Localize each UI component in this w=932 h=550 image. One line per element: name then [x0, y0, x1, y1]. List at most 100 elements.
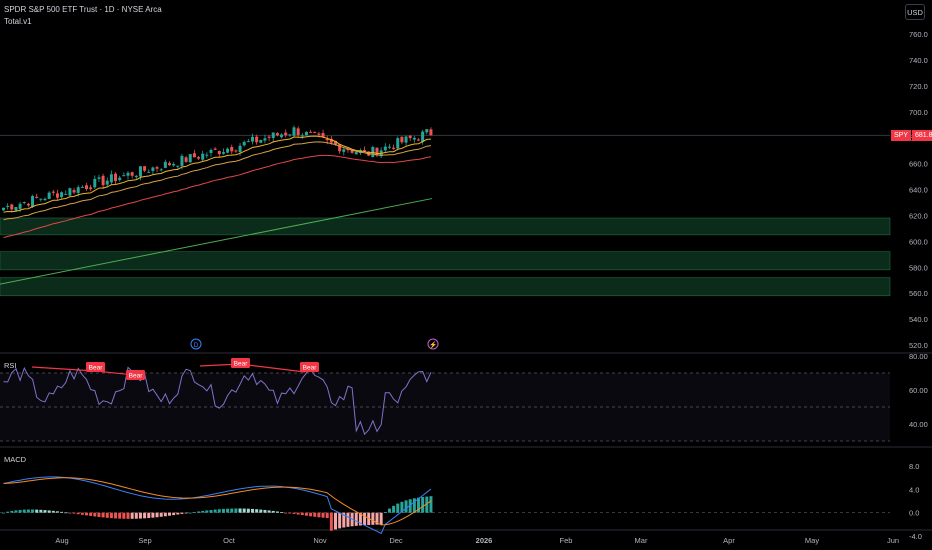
- symbol-title[interactable]: SPDR S&P 500 ETF Trust · 1D · NYSE Arca: [4, 5, 162, 14]
- candle: [201, 153, 205, 160]
- candle: [151, 167, 155, 171]
- candle: [85, 185, 88, 189]
- candle: [271, 132, 275, 139]
- macd-histogram-bar: [205, 510, 209, 513]
- candle: [317, 133, 321, 135]
- candle: [184, 157, 188, 162]
- rsi-axis-tick: 60.00: [909, 386, 928, 395]
- candle: [55, 193, 59, 198]
- candle: [10, 204, 14, 210]
- macd-histogram-bar: [213, 509, 217, 513]
- candle: [147, 171, 151, 173]
- price-axis-tick: 720.0: [909, 82, 928, 91]
- macd-line: [3, 476, 432, 535]
- indicator-label[interactable]: Total.v1: [4, 17, 32, 26]
- candle: [122, 175, 126, 177]
- macd-histogram-bar: [10, 510, 14, 513]
- candle: [221, 152, 225, 154]
- candle: [188, 154, 192, 163]
- bear-divergence-line: [31, 366, 96, 372]
- candle: [304, 131, 308, 136]
- rsi-axis-tick: 80.00: [909, 352, 928, 361]
- macd-histogram-bar: [296, 512, 300, 515]
- candle: [217, 151, 221, 155]
- candle: [421, 131, 425, 142]
- candle: [275, 133, 279, 136]
- candle: [259, 139, 263, 143]
- macd-histogram-bar: [267, 510, 271, 513]
- macd-histogram-bar: [421, 497, 425, 513]
- signal-line: [3, 477, 432, 526]
- currency-button[interactable]: USD: [905, 4, 925, 20]
- candle: [280, 134, 284, 138]
- last-price-tag: SPY 681.8: [891, 130, 932, 141]
- macd-histogram-bar: [105, 512, 109, 518]
- macd-histogram-bar: [130, 512, 134, 519]
- rsi-axis-tick: 40.00: [909, 420, 928, 429]
- macd-histogram-bar: [138, 512, 142, 519]
- macd-histogram-bar: [354, 512, 358, 526]
- candle: [126, 172, 130, 176]
- macd-histogram-bar: [387, 508, 391, 513]
- candle: [118, 177, 122, 181]
- macd-histogram-bar: [151, 512, 155, 518]
- macd-histogram-bar: [217, 509, 221, 513]
- rsi-pane-label[interactable]: RSI: [4, 361, 17, 370]
- candle: [197, 157, 201, 159]
- macd-histogram-bar: [263, 509, 267, 513]
- chart-canvas[interactable]: 760.0740.0720.0700.0680.0660.0640.0620.0…: [0, 0, 932, 550]
- macd-histogram-bar: [118, 512, 122, 519]
- time-axis-tick: Sep: [138, 536, 151, 545]
- macd-histogram-bar: [300, 512, 304, 516]
- candle: [76, 187, 80, 193]
- price-axis-tick: 560.0: [909, 289, 928, 298]
- macd-histogram-bar: [201, 510, 205, 513]
- macd-histogram-bar: [168, 512, 171, 516]
- macd-histogram-bar: [197, 511, 201, 513]
- candle: [80, 186, 84, 188]
- macd-histogram-bar: [47, 510, 51, 513]
- price-axis-tick: 620.0: [909, 211, 928, 220]
- candle: [134, 175, 138, 178]
- candle: [400, 136, 404, 143]
- price-axis-tick: 540.0: [909, 315, 928, 324]
- candle: [392, 147, 396, 149]
- macd-histogram-bar: [226, 508, 230, 513]
- macd-histogram-bar: [93, 512, 97, 517]
- time-axis-tick: Dec: [389, 536, 403, 545]
- macd-pane-label[interactable]: MACD: [4, 455, 26, 464]
- dividend-marker-label: D: [194, 342, 199, 349]
- macd-histogram-bar: [284, 512, 288, 514]
- bear-label: Bear: [303, 365, 318, 372]
- macd-histogram-bar: [64, 512, 68, 514]
- sma-long-line: [0, 198, 433, 285]
- macd-histogram-bar: [31, 509, 35, 513]
- macd-histogram-bar: [280, 512, 284, 513]
- candle: [43, 198, 47, 201]
- candle: [176, 165, 180, 167]
- price-axis-tick: 660.0: [909, 160, 928, 169]
- price-axis-tick: 520.0: [909, 341, 928, 350]
- candle: [263, 138, 267, 141]
- macd-histogram-bar: [43, 510, 47, 513]
- macd-histogram-bar: [18, 509, 22, 513]
- macd-histogram-bar: [192, 512, 196, 513]
- macd-histogram-bar: [334, 512, 337, 530]
- candle: [412, 137, 416, 140]
- price-axis-tick: 640.0: [909, 186, 928, 195]
- macd-histogram-bar: [313, 512, 317, 517]
- candle: [31, 196, 35, 208]
- macd-histogram-bar: [188, 512, 192, 514]
- candle: [18, 203, 22, 209]
- price-axis-tick: 740.0: [909, 56, 928, 65]
- candle: [387, 146, 391, 148]
- candle: [342, 149, 346, 152]
- candle: [47, 192, 51, 199]
- price-axis-tick: 600.0: [909, 237, 928, 246]
- bear-label: Bear: [129, 373, 144, 380]
- macd-histogram-bar: [85, 512, 88, 516]
- macd-histogram-bar: [172, 512, 176, 516]
- price-axis-tick: 580.0: [909, 263, 928, 272]
- macd-histogram-bar: [288, 512, 292, 514]
- candle: [246, 141, 250, 143]
